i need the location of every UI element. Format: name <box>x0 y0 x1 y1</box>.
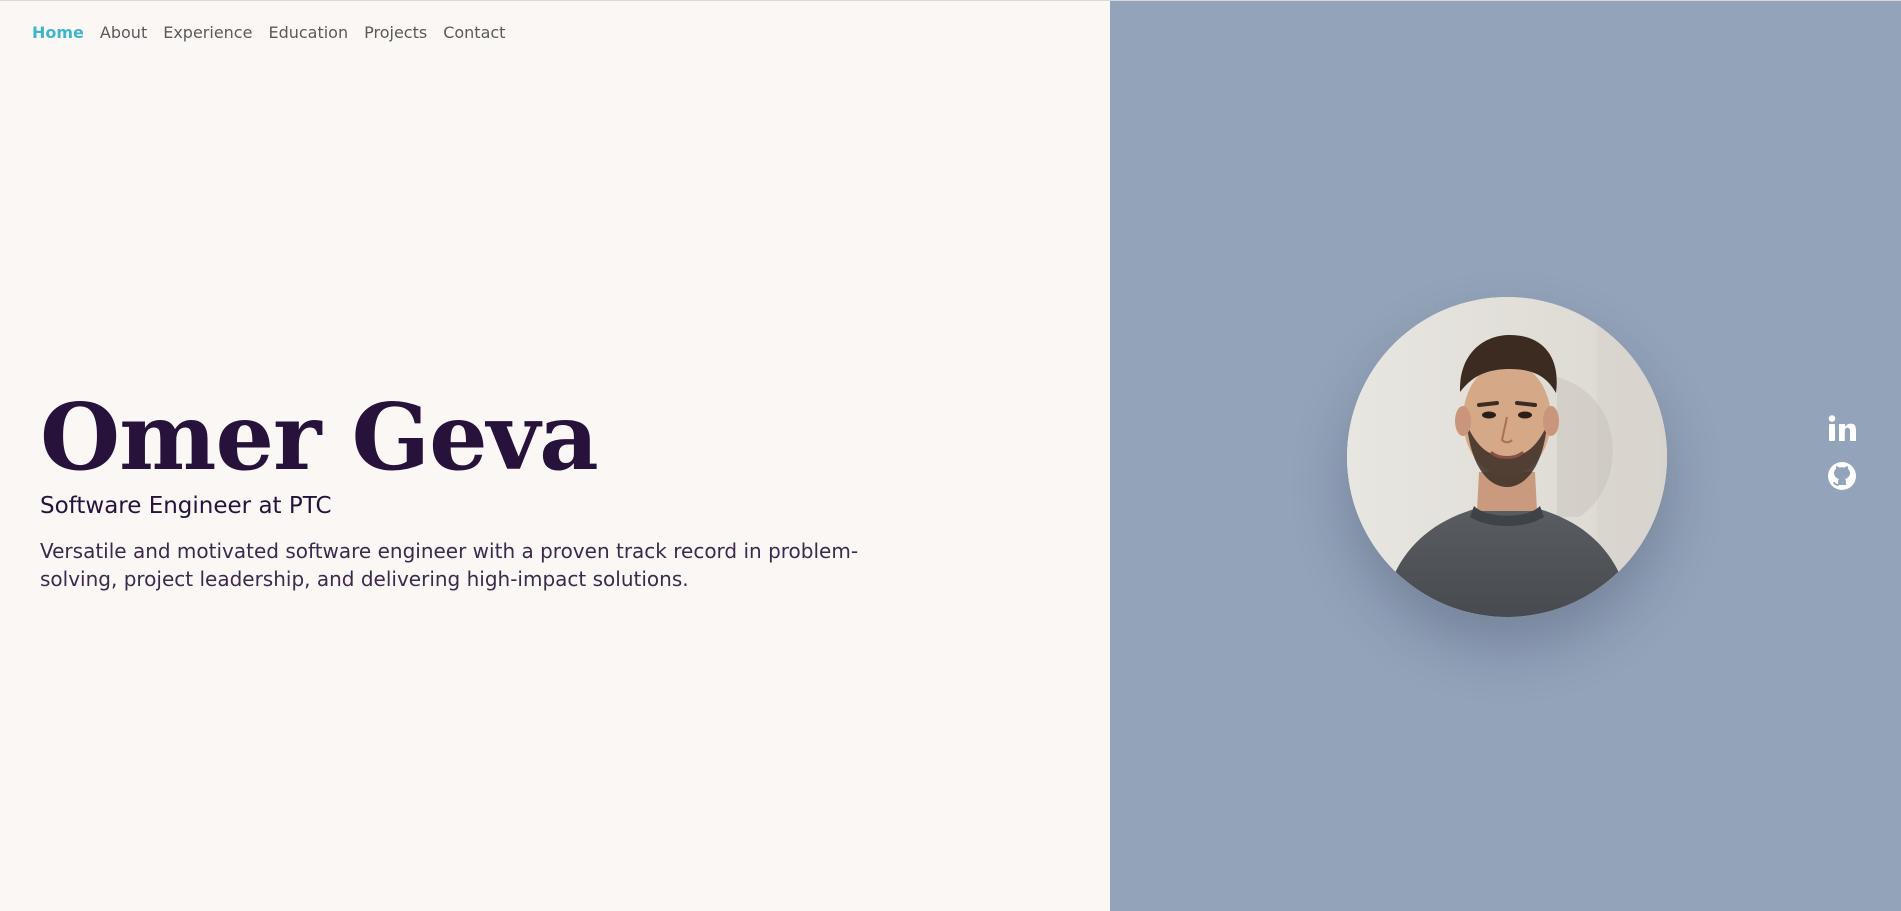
portfolio-page: Home About Experience Education Projects… <box>0 0 1901 911</box>
top-nav: Home About Experience Education Projects… <box>32 23 505 42</box>
linkedin-icon <box>1828 415 1856 441</box>
github-icon <box>1828 462 1856 490</box>
github-link[interactable] <box>1825 459 1859 493</box>
profile-photo <box>1347 297 1667 617</box>
hero-subtitle: Software Engineer at PTC <box>40 493 332 519</box>
profile-photo-illustration <box>1347 297 1667 617</box>
hero-name: Omer Geva <box>40 383 599 491</box>
hero-description: Versatile and motivated software enginee… <box>40 539 859 591</box>
hero-left-panel: Home About Experience Education Projects… <box>0 1 1110 911</box>
nav-experience[interactable]: Experience <box>163 23 252 42</box>
nav-about[interactable]: About <box>100 23 147 42</box>
nav-education[interactable]: Education <box>268 23 348 42</box>
hero-section: Omer Geva Software Engineer at PTC Versa… <box>40 389 940 593</box>
social-links <box>1825 411 1859 493</box>
nav-projects[interactable]: Projects <box>364 23 427 42</box>
nav-contact[interactable]: Contact <box>443 23 505 42</box>
nav-home[interactable]: Home <box>32 23 84 42</box>
hero-right-panel <box>1110 1 1901 911</box>
linkedin-link[interactable] <box>1825 411 1859 445</box>
